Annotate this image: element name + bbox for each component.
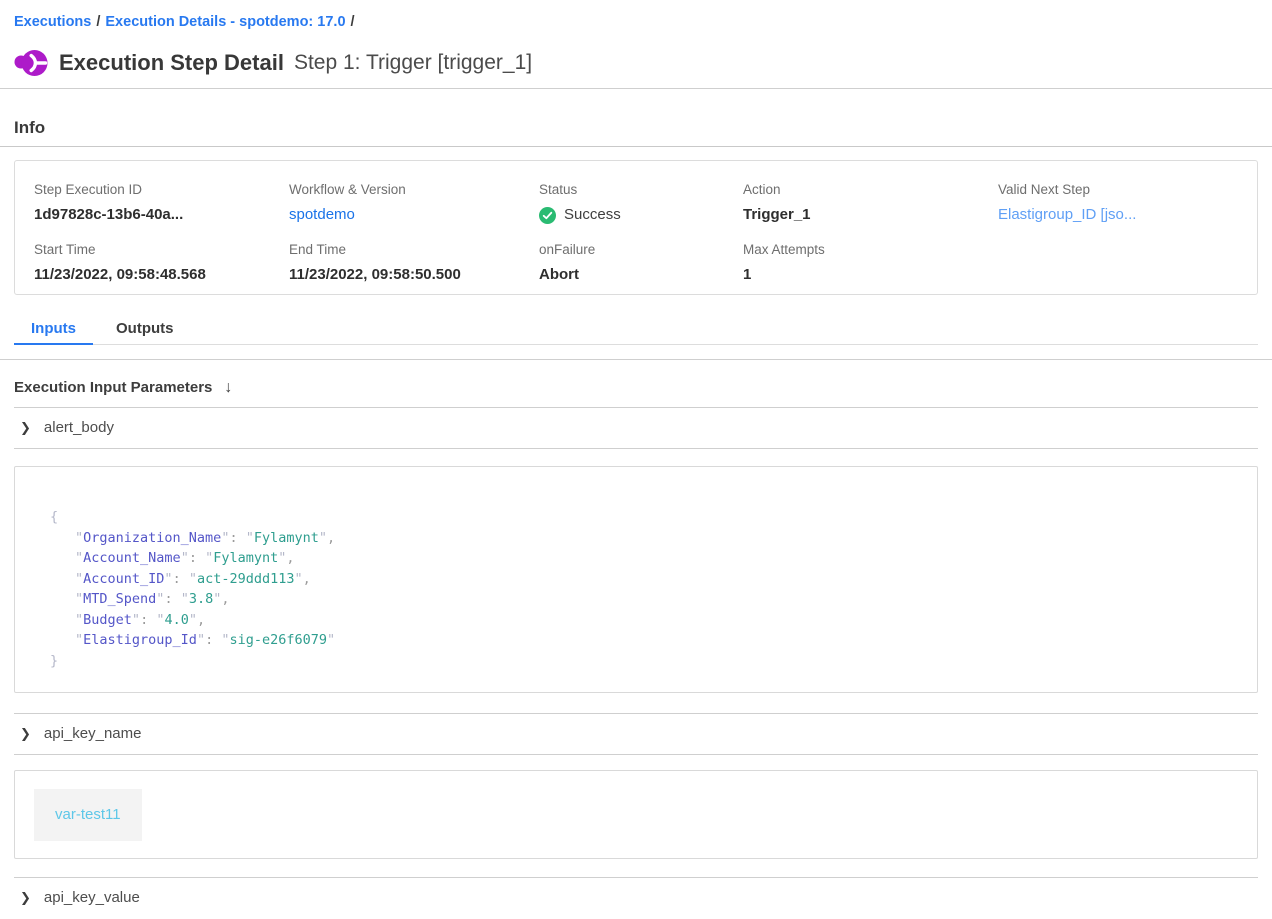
field-label: Start Time (34, 242, 289, 258)
field-value: 1d97828c-13b6-40a... (34, 206, 289, 224)
field-max-attempts: Max Attempts 1 (743, 242, 998, 284)
field-label: onFailure (539, 242, 743, 258)
field-end-time: End Time 11/23/2022, 09:58:50.500 (289, 242, 539, 284)
info-section-heading: Info (14, 118, 1258, 138)
field-label: Status (539, 182, 743, 198)
breadcrumb-link-executions[interactable]: Executions (14, 14, 91, 30)
collapse-all-arrow-icon[interactable]: ↓ (224, 378, 232, 398)
field-value: 11/23/2022, 09:58:48.568 (34, 266, 289, 284)
tab-outputs[interactable]: Outputs (99, 317, 191, 344)
execution-input-parameters-heading: Execution Input Parameters ↓ (14, 360, 1258, 398)
field-label: Max Attempts (743, 242, 998, 258)
page-subtitle: Step 1: Trigger [trigger_1] (294, 51, 532, 75)
field-start-time: Start Time 11/23/2022, 09:58:48.568 (34, 242, 289, 284)
api-key-name-value: var-test11 (34, 789, 142, 841)
chevron-right-icon: ❯ (20, 420, 31, 436)
param-name: api_key_name (44, 725, 142, 743)
page-title: Execution Step Detail (59, 50, 284, 76)
param-row-alert-body[interactable]: ❯ alert_body (14, 408, 1258, 448)
field-label: Action (743, 182, 998, 198)
chevron-right-icon: ❯ (20, 726, 31, 742)
alert-body-json-panel: {"Organization_Name": "Fylamynt","Accoun… (14, 466, 1258, 693)
divider (14, 448, 1258, 449)
success-check-icon (539, 207, 556, 224)
breadcrumb: Executions / Execution Details - spotdemo:… (14, 0, 1258, 31)
breadcrumb-separator: / (351, 14, 355, 30)
tab-bar: Inputs Outputs (14, 317, 1258, 345)
field-workflow-version: Workflow & Version spotdemo (289, 182, 539, 224)
param-heading-label: Execution Input Parameters (14, 378, 212, 398)
status-badge: Success (539, 206, 743, 224)
field-onfailure: onFailure Abort (539, 242, 743, 284)
field-valid-next-step: Valid Next Step Elastigroup_ID [jso... (998, 182, 1257, 224)
field-value: Abort (539, 266, 743, 284)
field-status: Status Success (539, 182, 743, 224)
tab-inputs[interactable]: Inputs (14, 317, 93, 344)
field-label: Workflow & Version (289, 182, 539, 198)
divider (14, 754, 1258, 755)
page-header: Execution Step Detail Step 1: Trigger [t… (14, 46, 1258, 80)
field-label: End Time (289, 242, 539, 258)
chevron-right-icon: ❯ (20, 890, 31, 906)
field-step-execution-id: Step Execution ID 1d97828c-13b6-40a... (34, 182, 289, 224)
divider (0, 88, 1272, 89)
divider (0, 146, 1272, 147)
api-key-name-panel: var-test11 (14, 770, 1258, 859)
field-value: Trigger_1 (743, 206, 998, 224)
breadcrumb-separator: / (96, 14, 100, 30)
status-text: Success (564, 206, 621, 224)
next-step-link[interactable]: Elastigroup_ID [jso... (998, 206, 1257, 224)
workflow-link[interactable]: spotdemo (289, 206, 539, 224)
execution-step-detail-page: Executions / Execution Details - spotdemo:… (0, 0, 1272, 918)
param-name: api_key_value (44, 889, 140, 907)
field-action: Action Trigger_1 (743, 182, 998, 224)
param-row-api-key-name[interactable]: ❯ api_key_name (14, 714, 1258, 754)
field-label: Step Execution ID (34, 182, 289, 198)
info-card: Step Execution ID 1d97828c-13b6-40a... W… (14, 160, 1258, 295)
breadcrumb-link-execution-details[interactable]: Execution Details - spotdemo: 17.0 (105, 14, 345, 30)
field-value: 1 (743, 266, 998, 284)
field-value: 11/23/2022, 09:58:50.500 (289, 266, 539, 284)
param-row-api-key-value[interactable]: ❯ api_key_value (14, 878, 1258, 918)
param-name: alert_body (44, 419, 114, 437)
brand-logo-icon (14, 48, 48, 78)
json-code: {"Organization_Name": "Fylamynt","Accoun… (50, 507, 1257, 671)
field-label: Valid Next Step (998, 182, 1257, 198)
